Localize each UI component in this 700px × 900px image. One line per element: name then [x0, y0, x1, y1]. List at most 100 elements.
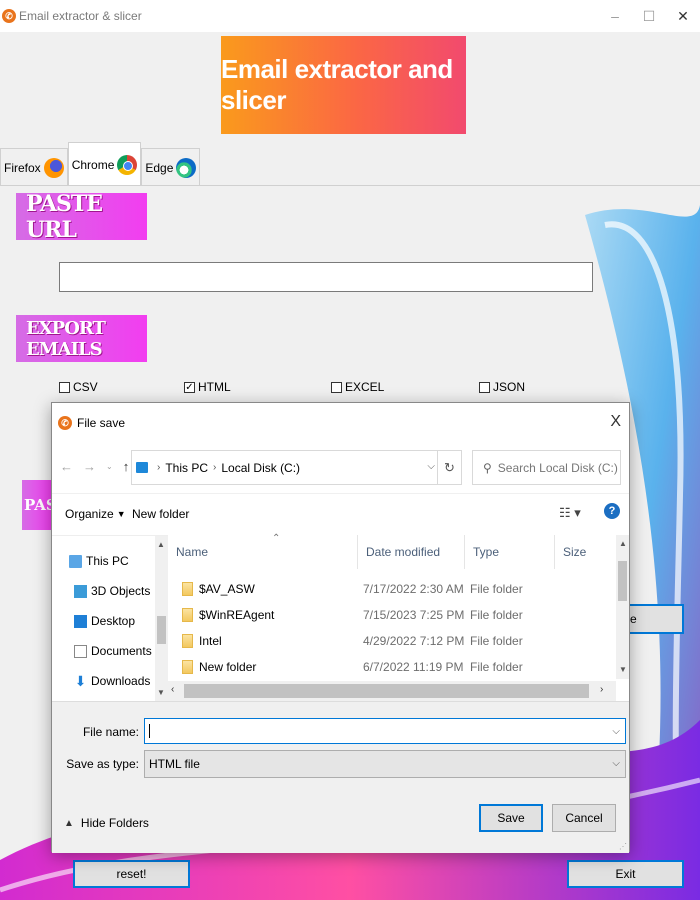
firefox-icon [43, 157, 64, 178]
chevron-down-icon[interactable]: ⌵ [427, 461, 435, 472]
scroll-down-icon[interactable]: ▼ [619, 665, 627, 674]
nav-item-downloads[interactable]: ⬇ Downloads [74, 672, 151, 689]
file-type: File folder [470, 608, 523, 622]
computer-icon [69, 554, 82, 568]
file-name-cell: New folder [182, 660, 256, 674]
tab-firefox[interactable]: Firefox [0, 148, 68, 186]
nav-item-3d-objects[interactable]: 3D Objects [74, 584, 150, 598]
nav-item-this-pc[interactable]: This PC [69, 554, 129, 568]
nav-item-label: This PC [86, 554, 129, 568]
file-name: New folder [199, 660, 257, 674]
hide-folders-toggle[interactable]: ▲ Hide Folders [64, 816, 149, 830]
reset-button[interactable]: reset! [73, 860, 190, 888]
export-json-checkbox[interactable]: JSON [479, 380, 525, 394]
dialog-title-bar: ✆ File save X [52, 403, 629, 443]
file-row[interactable]: New folder 6/7/2022 11:19 PM File folder [168, 654, 616, 680]
url-input[interactable] [59, 262, 593, 292]
scroll-thumb[interactable] [618, 561, 627, 601]
file-row[interactable]: Intel 4/29/2022 7:12 PM File folder [168, 628, 616, 654]
cancel-button[interactable]: Cancel [552, 804, 616, 832]
refresh-icon[interactable]: ↻ [437, 451, 461, 484]
chevron-down-icon[interactable]: ⌵ [612, 726, 620, 737]
file-date: 6/7/2022 11:19 PM [363, 660, 464, 674]
dialog-close-button[interactable]: X [610, 413, 621, 431]
file-type: File folder [470, 660, 523, 674]
nav-item-desktop[interactable]: Desktop [74, 614, 135, 628]
file-row[interactable]: $AV_ASW 7/17/2022 2:30 AM File folder [168, 576, 616, 602]
edge-icon [176, 157, 197, 178]
help-icon[interactable]: ? [604, 503, 620, 519]
html-checkbox-box: ✓ [184, 381, 195, 393]
save-as-type-value: HTML file [149, 757, 200, 771]
file-name: $AV_ASW [199, 582, 255, 596]
search-input[interactable]: ⚲ Search Local Disk (C:) [472, 450, 621, 485]
minimize-button[interactable]: – [598, 0, 632, 32]
organize-menu[interactable]: Organize ▼ [65, 507, 126, 521]
export-excel-checkbox[interactable]: EXCEL [331, 380, 384, 394]
navigation-pane: This PC 3D Objects Desktop Documents ⬇ D… [52, 535, 168, 702]
scroll-thumb[interactable] [184, 684, 589, 698]
dialog-footer: File name: ⌵ Save as type: HTML file ⌵ ▲… [52, 701, 629, 853]
view-options-icon[interactable]: ☷ ▾ [559, 505, 581, 521]
file-date: 7/17/2022 2:30 AM [363, 582, 464, 596]
folder-icon [182, 608, 193, 622]
file-name: Intel [199, 634, 222, 648]
file-name-cell: Intel [182, 634, 222, 648]
close-window-button[interactable]: ✕ [666, 0, 700, 32]
tab-edge[interactable]: Edge [141, 148, 201, 186]
up-arrow-icon[interactable]: ↑ [123, 459, 130, 474]
exit-button[interactable]: Exit [567, 860, 684, 888]
address-bar[interactable]: › This PC › Local Disk (C:) ⌵ ↻ [131, 450, 462, 485]
file-date: 4/29/2022 7:12 PM [363, 634, 465, 648]
scroll-right-icon[interactable]: › [600, 684, 603, 695]
file-list-horizontal-scrollbar[interactable]: ‹ › [168, 681, 616, 701]
dialog-app-icon: ✆ [58, 416, 72, 430]
file-name-label: File name: [82, 725, 139, 739]
tab-chrome[interactable]: Chrome [67, 142, 142, 186]
folder-icon [182, 634, 193, 648]
maximize-button[interactable]: ☐ [632, 0, 666, 32]
breadcrumb-this-pc[interactable]: This PC [165, 461, 208, 475]
paste-url-label: PASTE URL [16, 191, 147, 243]
folder-icon [182, 660, 193, 674]
folder-icon [182, 582, 193, 596]
scroll-down-icon[interactable]: ▼ [157, 688, 165, 697]
column-header-name[interactable]: Name [168, 535, 358, 569]
excel-label: EXCEL [345, 380, 385, 394]
resize-grip-icon[interactable]: ⋰ [619, 842, 627, 851]
file-type: File folder [470, 634, 523, 648]
export-csv-checkbox[interactable]: CSV [59, 380, 98, 394]
app-logo-icon: ✆ [2, 9, 16, 23]
column-header-size[interactable]: Size [555, 535, 616, 569]
file-list: ⌃ Name Date modified Type Size $AV_ASW 7… [168, 533, 630, 701]
file-save-dialog: ✆ File save X ← → ⌄ ↑ › This PC › Local … [51, 402, 630, 853]
scroll-thumb[interactable] [157, 616, 166, 644]
recent-dropdown-icon[interactable]: ⌄ [106, 462, 113, 474]
back-arrow-icon[interactable]: ← [60, 459, 73, 474]
file-name: $WinREAgent [199, 608, 275, 622]
scroll-left-icon[interactable]: ‹ [171, 684, 174, 695]
nav-item-documents[interactable]: Documents [74, 644, 152, 658]
csv-label: CSV [73, 380, 98, 394]
save-as-type-select[interactable]: HTML file ⌵ [144, 750, 626, 778]
breadcrumb-local-disk[interactable]: Local Disk (C:) [221, 461, 300, 475]
file-list-vertical-scrollbar[interactable]: ▲ ▼ [616, 535, 629, 679]
new-folder-button[interactable]: New folder [132, 507, 189, 521]
tab-edge-label: Edge [145, 160, 174, 175]
excel-checkbox-box [331, 381, 342, 393]
download-arrow-icon: ⬇ [74, 672, 87, 689]
obscured-action-button[interactable]: e [626, 604, 684, 634]
file-name-field[interactable]: ⌵ [144, 718, 626, 744]
scroll-up-icon[interactable]: ▲ [157, 540, 165, 549]
file-row[interactable]: $WinREAgent 7/15/2023 7:25 PM File folde… [168, 602, 616, 628]
forward-arrow-icon[interactable]: → [83, 459, 96, 474]
export-html-checkbox[interactable]: ✓ HTML [184, 380, 231, 394]
nav-pane-scrollbar[interactable]: ▲ ▼ [155, 536, 168, 702]
save-button[interactable]: Save [479, 804, 543, 832]
column-header-date[interactable]: Date modified [358, 535, 465, 569]
scroll-up-icon[interactable]: ▲ [619, 539, 627, 548]
navigation-row: ← → ⌄ ↑ › This PC › Local Disk (C:) ⌵ ↻ … [52, 447, 629, 487]
document-icon [74, 644, 87, 658]
window-controls: – ☐ ✕ [598, 0, 700, 32]
column-header-type[interactable]: Type [465, 535, 555, 569]
